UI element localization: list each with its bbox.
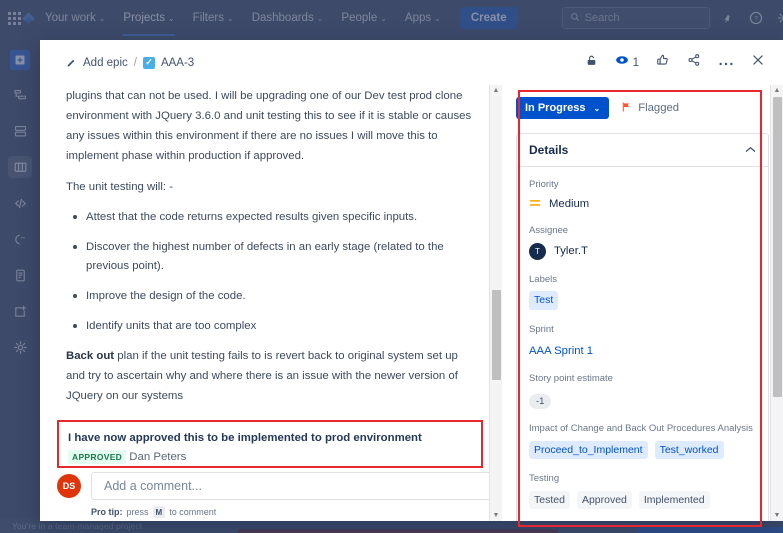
comment-author: Dan Peters <box>129 450 187 463</box>
list-item: Improve the design of the code. <box>66 287 480 305</box>
share-icon[interactable] <box>687 53 701 72</box>
description-paragraph-2: The unit testing will: - <box>66 181 173 194</box>
description-backout-paragraph: Back out plan if the unit testing fails … <box>66 347 480 407</box>
composer-row: DS Add a comment... <box>57 472 497 500</box>
description-bullet-list: Attest that the code returns expected re… <box>66 208 480 335</box>
list-item: Identify units that are too complex <box>66 317 480 335</box>
comment-pro-tip: Pro tip: press M to comment <box>91 506 497 518</box>
list-item: Discover the highest number of defects i… <box>66 238 480 275</box>
field-value[interactable]: T Tyler.T <box>529 242 756 260</box>
scroll-up-arrow[interactable]: ▲ <box>774 85 781 96</box>
priority-medium-icon <box>529 197 541 211</box>
flagged-label: Flagged <box>638 102 680 114</box>
pro-tip-post: to comment <box>169 507 217 517</box>
comment-text-row: I have now approved this to be implement… <box>68 429 472 467</box>
story-point-pill: -1 <box>529 394 552 410</box>
list-item: Attest that the code returns expected re… <box>66 208 480 226</box>
impact-chip[interactable]: Test_worked <box>654 441 724 460</box>
story-points-value[interactable]: -1 <box>529 391 756 410</box>
testing-chip[interactable]: Implemented <box>638 491 710 510</box>
watch-count: 1 <box>632 56 639 69</box>
breadcrumb: Add epic / ✓ AAA-3 <box>66 56 194 69</box>
unlock-icon[interactable] <box>585 53 598 73</box>
field-value[interactable]: Medium <box>529 197 756 211</box>
thumbs-up-icon[interactable] <box>656 53 670 72</box>
details-body: Priority Medium Assignee T Tyler.T Label… <box>517 167 768 521</box>
scroll-up-arrow[interactable]: ▲ <box>493 85 500 96</box>
chevron-down-icon: ⌄ <box>593 103 601 113</box>
watch-button[interactable]: 1 <box>615 53 639 72</box>
field-label: Testing <box>529 473 560 485</box>
field-labels: Labels Test <box>529 274 756 310</box>
comment-text: I have now approved this to be implement… <box>68 432 422 444</box>
field-label: Story point estimate <box>529 373 613 385</box>
close-icon[interactable] <box>751 53 765 72</box>
details-card: Details Priority Medium Assignee T Tyler… <box>516 133 769 521</box>
scrollbar-thumb[interactable] <box>773 97 782 397</box>
add-epic-button[interactable]: Add epic <box>83 57 128 69</box>
testing-chip[interactable]: Approved <box>576 491 632 510</box>
labels-chips[interactable]: Test <box>529 291 756 310</box>
sprint-link[interactable]: AAA Sprint 1 <box>529 345 593 357</box>
avatar: T <box>529 242 546 260</box>
field-sprint: Sprint AAA Sprint 1 <box>529 324 756 360</box>
breadcrumb-separator: / <box>133 56 137 69</box>
field-story-points: Story point estimate -1 <box>529 373 756 410</box>
description-scrollbar[interactable]: ▲ ▼ <box>489 85 502 521</box>
testing-chip[interactable]: Tested <box>529 491 570 510</box>
description-paragraph-1: plugins that can not be used. I will be … <box>66 90 472 162</box>
pro-tip-label: Pro tip: <box>91 507 123 517</box>
field-label: Impact of Change and Back Out Procedures… <box>529 423 753 435</box>
chevron-up-icon[interactable] <box>745 145 756 155</box>
scroll-down-arrow[interactable]: ▼ <box>774 510 781 521</box>
status-dropdown[interactable]: In Progress ⌄ <box>516 97 610 119</box>
comment-input[interactable]: Add a comment... <box>91 472 497 500</box>
keyboard-shortcut-key: M <box>152 506 166 518</box>
right-panel: In Progress ⌄ Flagged Details Priority M… <box>502 85 783 521</box>
field-priority: Priority Medium <box>529 179 756 211</box>
status-label: In Progress <box>525 102 586 114</box>
sprint-value[interactable]: AAA Sprint 1 <box>529 341 756 359</box>
impact-chips[interactable]: Proceed_to_Implement Test_worked <box>529 441 756 460</box>
backout-text: plan if the unit testing fails to is rev… <box>66 350 458 403</box>
status-row: In Progress ⌄ Flagged <box>516 97 769 119</box>
comment-placeholder: Add a comment... <box>104 479 202 493</box>
issue-key-link[interactable]: AAA-3 <box>161 57 194 69</box>
field-label: Assignee <box>529 224 569 236</box>
field-label: Priority <box>529 179 559 190</box>
flagged-indicator[interactable]: Flagged <box>621 101 679 116</box>
priority-value: Medium <box>549 197 590 210</box>
field-testing: Testing Tested Approved Implemented <box>529 473 756 510</box>
comment-composer: DS Add a comment... Pro tip: press M to … <box>57 472 497 518</box>
pro-tip-pre: press <box>126 507 149 517</box>
modal-header: Add epic / ✓ AAA-3 1 <box>40 40 783 85</box>
more-actions-icon[interactable] <box>718 54 734 72</box>
flag-icon <box>621 101 632 116</box>
details-scrollbar[interactable]: ▲ ▼ <box>770 85 783 521</box>
details-title: Details <box>529 143 569 157</box>
task-type-icon: ✓ <box>142 56 155 69</box>
status-badge: APPROVED <box>68 449 127 464</box>
assignee-value: Tyler.T <box>554 245 588 258</box>
backout-label: Back out <box>66 350 115 363</box>
testing-chips[interactable]: Tested Approved Implemented <box>529 491 756 510</box>
impact-chip[interactable]: Proceed_to_Implement <box>529 441 648 460</box>
avatar: DS <box>57 474 81 498</box>
details-header[interactable]: Details <box>517 134 768 167</box>
field-label: Labels <box>529 273 557 285</box>
field-impact-analysis: Impact of Change and Back Out Procedures… <box>529 423 756 460</box>
watch-eye-icon <box>615 53 629 72</box>
field-label: Sprint <box>529 323 554 335</box>
screen: Your work ⌄ Projects ⌄ Filters ⌄ Dashboa… <box>0 0 783 533</box>
scrollbar-thumb[interactable] <box>492 290 501 380</box>
highlighted-comment: I have now approved this to be implement… <box>57 420 483 468</box>
modal-header-actions: 1 <box>585 53 765 73</box>
scroll-down-arrow[interactable]: ▼ <box>493 510 500 521</box>
field-assignee: Assignee T Tyler.T <box>529 225 756 260</box>
pencil-icon[interactable] <box>66 57 77 68</box>
label-chip[interactable]: Test <box>529 291 559 310</box>
issue-details-column: In Progress ⌄ Flagged Details Priority M… <box>502 85 783 521</box>
